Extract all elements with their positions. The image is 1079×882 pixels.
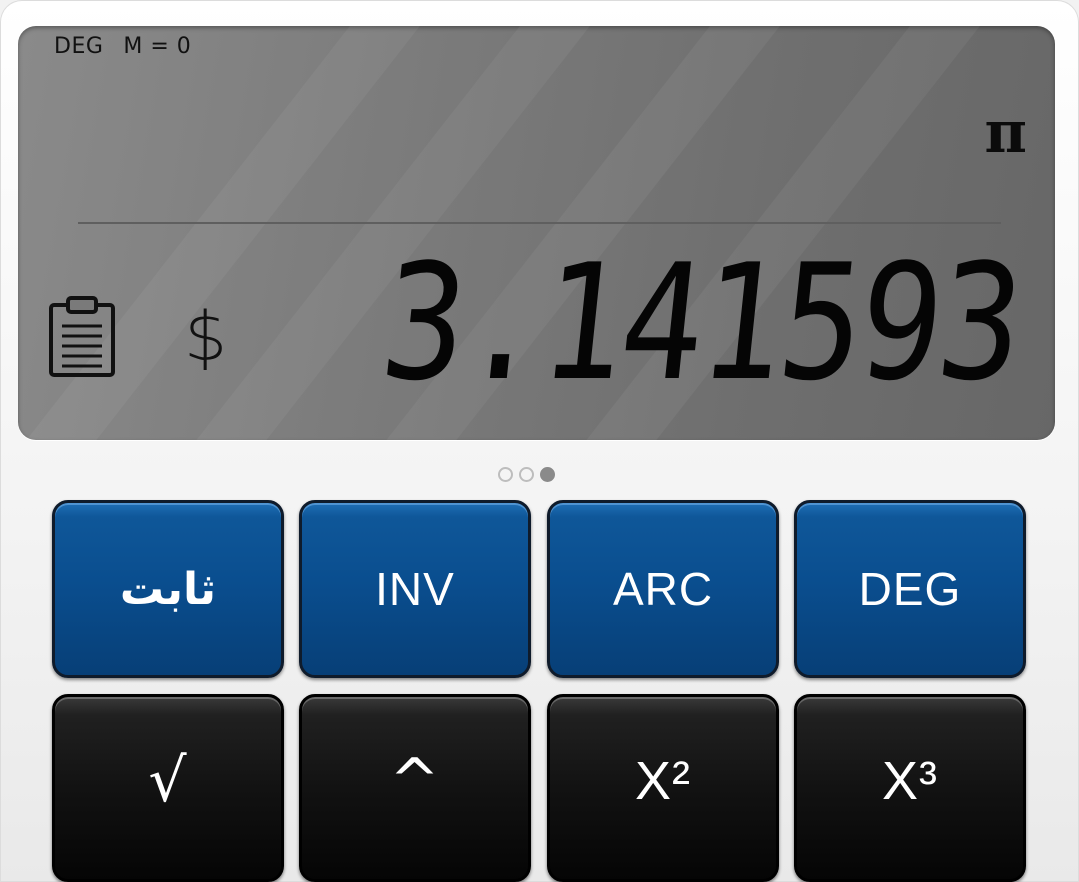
page-dot-active[interactable] — [540, 467, 555, 482]
page-dot[interactable] — [519, 467, 534, 482]
square-root-button[interactable]: √ — [52, 694, 284, 882]
display-divider — [78, 222, 1001, 224]
deg-button[interactable]: DEG — [794, 500, 1026, 678]
arc-button-label: ARC — [612, 563, 714, 615]
expression-display: π — [984, 98, 1027, 166]
page-dot[interactable] — [498, 467, 513, 482]
calculator-body: DEG M = 0 π $ 3.141593 ثابت INV ARC DEG √ — [0, 0, 1079, 882]
constant-button[interactable]: ثابت — [52, 500, 284, 678]
cube-button-label: X³ — [882, 751, 938, 811]
arc-button[interactable]: ARC — [547, 500, 779, 678]
square-root-button-label: √ — [148, 746, 188, 816]
currency-convert-button[interactable]: $ — [184, 298, 227, 377]
inv-button-label: INV — [375, 563, 455, 615]
cube-button[interactable]: X³ — [794, 694, 1026, 882]
square-button-label: X² — [635, 751, 691, 811]
constant-button-label: ثابت — [119, 563, 217, 615]
power-button[interactable]: ^ — [299, 694, 531, 882]
clipboard-icon[interactable] — [48, 296, 116, 378]
memory-indicator: M = 0 — [123, 34, 192, 59]
status-line: DEG M = 0 — [54, 34, 211, 59]
deg-button-label: DEG — [858, 563, 962, 615]
angle-mode-indicator: DEG — [54, 34, 104, 59]
power-button-label: ^ — [389, 746, 441, 816]
inv-button[interactable]: INV — [299, 500, 531, 678]
square-button[interactable]: X² — [547, 694, 779, 882]
display-panel: DEG M = 0 π $ 3.141593 — [18, 26, 1055, 440]
page-indicator — [498, 467, 555, 482]
result-display: 3.141593 — [374, 229, 1029, 416]
